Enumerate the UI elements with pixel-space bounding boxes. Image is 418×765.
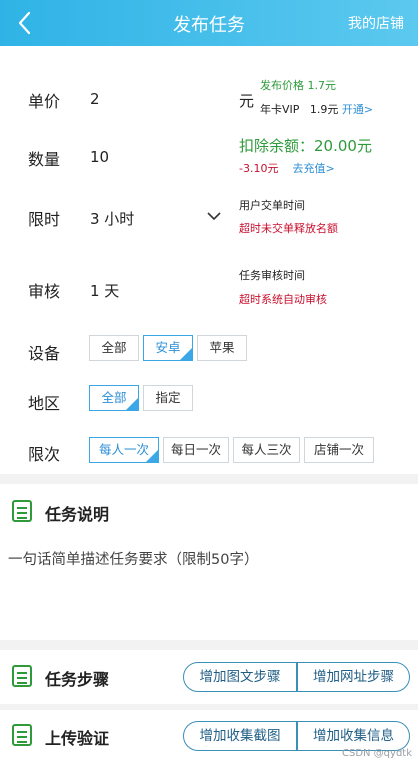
my-shop-link[interactable]: 我的店铺 bbox=[348, 13, 404, 33]
quantity-input[interactable]: 10 bbox=[90, 148, 109, 166]
add-image-text-step-button[interactable]: 增加图文步骤 bbox=[183, 662, 297, 692]
publish-price: 发布价格 1.7元 bbox=[260, 79, 336, 92]
review-note-line1: 任务审核时间 bbox=[239, 269, 305, 282]
time-note-line2: 超时未交单释放名额 bbox=[239, 222, 338, 235]
region-option-specified[interactable]: 指定 bbox=[143, 385, 193, 411]
device-option-all[interactable]: 全部 bbox=[89, 335, 139, 361]
upload-title: 上传验证 bbox=[45, 729, 110, 748]
top-bar: 发布任务 我的店铺 bbox=[0, 0, 418, 46]
clipboard-icon bbox=[12, 724, 32, 746]
limit-label: 限次 bbox=[28, 445, 61, 464]
limit-option-once-per-shop[interactable]: 店铺一次 bbox=[304, 437, 374, 463]
region-option-all[interactable]: 全部 bbox=[89, 385, 139, 411]
vip-open-link[interactable]: 开通> bbox=[342, 103, 373, 116]
review-note-line2: 超时系统自动审核 bbox=[239, 293, 327, 306]
review-label: 审核 bbox=[28, 282, 61, 301]
deduct-balance: 扣除余额：20.00元 bbox=[239, 137, 372, 155]
description-input[interactable]: 一句话简单描述任务要求（限制50字） bbox=[8, 548, 258, 569]
add-info-button[interactable]: 增加收集信息 bbox=[297, 721, 410, 751]
limit-option-once-daily[interactable]: 每日一次 bbox=[163, 437, 229, 463]
chevron-down-icon[interactable] bbox=[205, 208, 223, 227]
clipboard-icon bbox=[12, 665, 32, 687]
vip-price: 1.9元 bbox=[309, 103, 339, 116]
add-url-step-button[interactable]: 增加网址步骤 bbox=[297, 662, 410, 692]
review-input[interactable]: 1 天 bbox=[90, 280, 119, 301]
task-form: 单价 2 元 发布价格 1.7元 年卡VIP 1.9元 开通> 数量 10 扣除… bbox=[0, 46, 418, 474]
steps-section: 任务步骤 增加图文步骤 增加网址步骤 bbox=[0, 650, 418, 704]
price-unit: 元 bbox=[239, 92, 255, 110]
description-title: 任务说明 bbox=[45, 505, 110, 524]
price-input[interactable]: 2 bbox=[90, 90, 100, 108]
limit-option-once-per-user[interactable]: 每人一次 bbox=[89, 437, 159, 463]
vip-label: 年卡VIP bbox=[260, 103, 300, 116]
limit-option-three-per-user[interactable]: 每人三次 bbox=[233, 437, 300, 463]
device-option-android[interactable]: 安卓 bbox=[143, 335, 193, 361]
recharge-link[interactable]: 去充值> bbox=[292, 162, 334, 175]
time-note-line1: 用户交单时间 bbox=[239, 199, 305, 212]
add-screenshot-button[interactable]: 增加收集截图 bbox=[183, 721, 297, 751]
device-option-apple[interactable]: 苹果 bbox=[197, 335, 247, 361]
vip-info: 年卡VIP 1.9元 开通> bbox=[260, 101, 373, 117]
steps-title: 任务步骤 bbox=[45, 670, 110, 689]
balance-row: -3.10元 去充值> bbox=[239, 160, 335, 176]
description-section: 任务说明 一句话简单描述任务要求（限制50字） bbox=[0, 484, 418, 640]
watermark: CSDN @qydtk bbox=[341, 748, 412, 759]
device-label: 设备 bbox=[28, 344, 61, 363]
region-label: 地区 bbox=[28, 394, 61, 413]
quantity-label: 数量 bbox=[28, 150, 61, 169]
balance-amount: -3.10元 bbox=[239, 162, 279, 175]
time-limit-select[interactable]: 3 小时 bbox=[90, 208, 134, 229]
time-limit-label: 限时 bbox=[28, 210, 61, 229]
price-label: 单价 bbox=[28, 92, 61, 111]
clipboard-icon bbox=[12, 500, 32, 522]
